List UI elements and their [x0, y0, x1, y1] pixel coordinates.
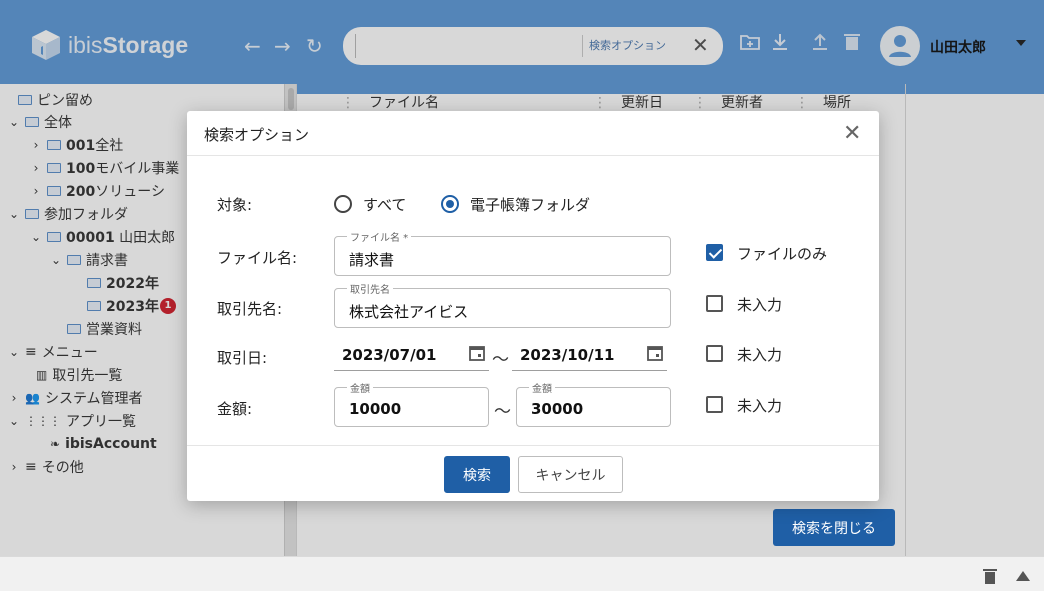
search-options-dialog: 検索オプション ✕ 対象: すべて 電子帳簿フォルダ ファイル名: ファイル名 … [187, 111, 879, 501]
date-blank-label[interactable]: 未入力 [737, 344, 782, 365]
amount-from-legend: 金額 [347, 380, 373, 395]
radio-ebook-folder-label[interactable]: 電子帳簿フォルダ [470, 194, 590, 215]
calendar-icon[interactable] [646, 344, 664, 362]
filename-value: 請求書 [349, 251, 395, 269]
amount-to-field[interactable]: 金額 30000 [516, 380, 671, 427]
range-separator: 〜 [492, 350, 509, 370]
partner-blank-label[interactable]: 未入力 [737, 294, 782, 315]
collapse-up-icon[interactable] [1016, 571, 1030, 581]
files-only-checkbox[interactable] [706, 244, 723, 261]
date-to-value: 2023/10/11 [520, 346, 615, 364]
close-search-button[interactable]: 検索を閉じる [773, 509, 895, 546]
divider [187, 445, 879, 446]
amount-from-field[interactable]: 金額 10000 [334, 380, 489, 427]
range-separator: 〜 [494, 402, 511, 422]
date-label: 取引日: [217, 349, 268, 367]
amount-blank-label[interactable]: 未入力 [737, 395, 782, 416]
partner-field[interactable]: 取引先名 株式会社アイビス [334, 281, 671, 328]
amount-to-legend: 金額 [529, 380, 555, 395]
filename-label: ファイル名: [217, 249, 298, 267]
date-to-field[interactable]: 2023/10/11 [512, 343, 667, 371]
partner-legend: 取引先名 [347, 281, 393, 296]
date-from-value: 2023/07/01 [342, 346, 437, 364]
close-icon[interactable]: ✕ [843, 121, 861, 146]
status-bar [0, 556, 1044, 591]
filename-legend: ファイル名 * [347, 229, 412, 244]
amount-label: 金額: [217, 400, 253, 418]
files-only-label[interactable]: ファイルのみ [737, 243, 827, 264]
date-from-field[interactable]: 2023/07/01 [334, 343, 489, 371]
partner-blank-checkbox[interactable] [706, 295, 723, 312]
target-label: 対象: [217, 196, 253, 214]
partner-label: 取引先名: [217, 300, 283, 318]
cancel-button[interactable]: キャンセル [518, 456, 623, 493]
partner-value: 株式会社アイビス [349, 303, 469, 321]
radio-all[interactable] [334, 195, 352, 213]
radio-ebook-folder[interactable] [441, 195, 459, 213]
dialog-title: 検索オプション [204, 126, 310, 144]
divider [187, 155, 879, 156]
amount-blank-checkbox[interactable] [706, 396, 723, 413]
date-blank-checkbox[interactable] [706, 345, 723, 362]
calendar-icon[interactable] [468, 344, 486, 362]
filename-field[interactable]: ファイル名 * 請求書 [334, 229, 671, 276]
search-button[interactable]: 検索 [444, 456, 510, 493]
radio-all-label[interactable]: すべて [363, 194, 406, 215]
amount-to-value: 30000 [531, 400, 584, 418]
amount-from-value: 10000 [349, 400, 402, 418]
trash-icon[interactable] [982, 567, 998, 585]
